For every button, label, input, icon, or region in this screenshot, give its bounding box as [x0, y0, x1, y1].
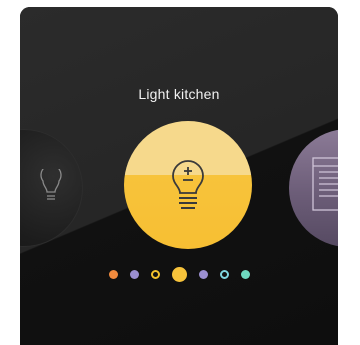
light-bulb-icon [40, 169, 62, 200]
page-dot[interactable] [219, 270, 229, 279]
thermostat-panel: Light kitchen [20, 7, 338, 345]
page-dot[interactable] [108, 270, 118, 279]
page-dot[interactable] [240, 270, 250, 279]
light-bulb-icon [172, 160, 204, 209]
page-dot[interactable] [171, 267, 187, 282]
window-blinds-icon [312, 157, 338, 211]
page-dot[interactable] [150, 270, 160, 279]
page-dot[interactable] [129, 270, 139, 279]
page-indicator [20, 267, 338, 282]
next-device-button[interactable] [289, 129, 338, 247]
page-dot[interactable] [198, 270, 208, 279]
active-device-button[interactable] [124, 121, 252, 249]
previous-device-button[interactable] [20, 129, 83, 247]
device-carousel[interactable] [20, 7, 338, 345]
